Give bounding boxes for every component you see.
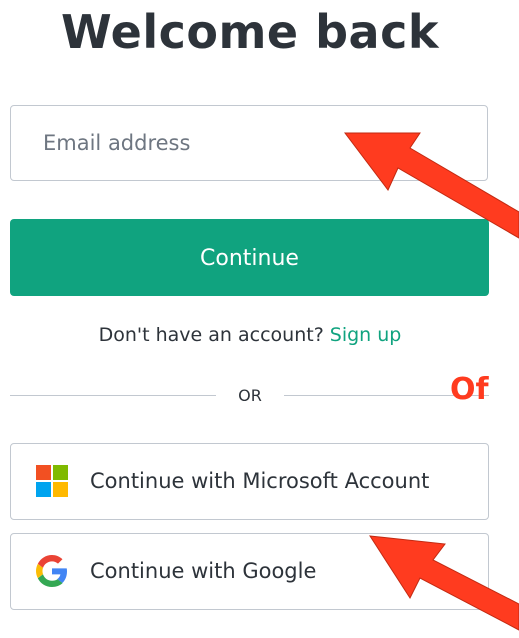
google-login-button[interactable]: Continue with Google [10,533,489,610]
page-title: Welcome back [61,5,439,59]
continue-button[interactable]: Continue [10,219,489,296]
signup-prompt: Don't have an account? Sign up [0,320,500,350]
microsoft-login-label: Continue with Microsoft Account [90,469,430,493]
email-field[interactable] [10,105,488,181]
sign-up-link[interactable]: Sign up [330,324,402,346]
annotation-text: Of [450,372,489,407]
signup-prompt-text: Don't have an account? [98,324,324,346]
email-input[interactable] [43,106,473,180]
divider-line-left [10,395,216,396]
microsoft-logo-icon [36,465,68,497]
login-page: Welcome back Continue Don't have an acco… [0,0,519,638]
divider-or-label: OR [238,386,262,405]
microsoft-login-button[interactable]: Continue with Microsoft Account [10,443,489,520]
google-logo-icon [36,555,67,587]
google-login-label: Continue with Google [90,559,317,583]
